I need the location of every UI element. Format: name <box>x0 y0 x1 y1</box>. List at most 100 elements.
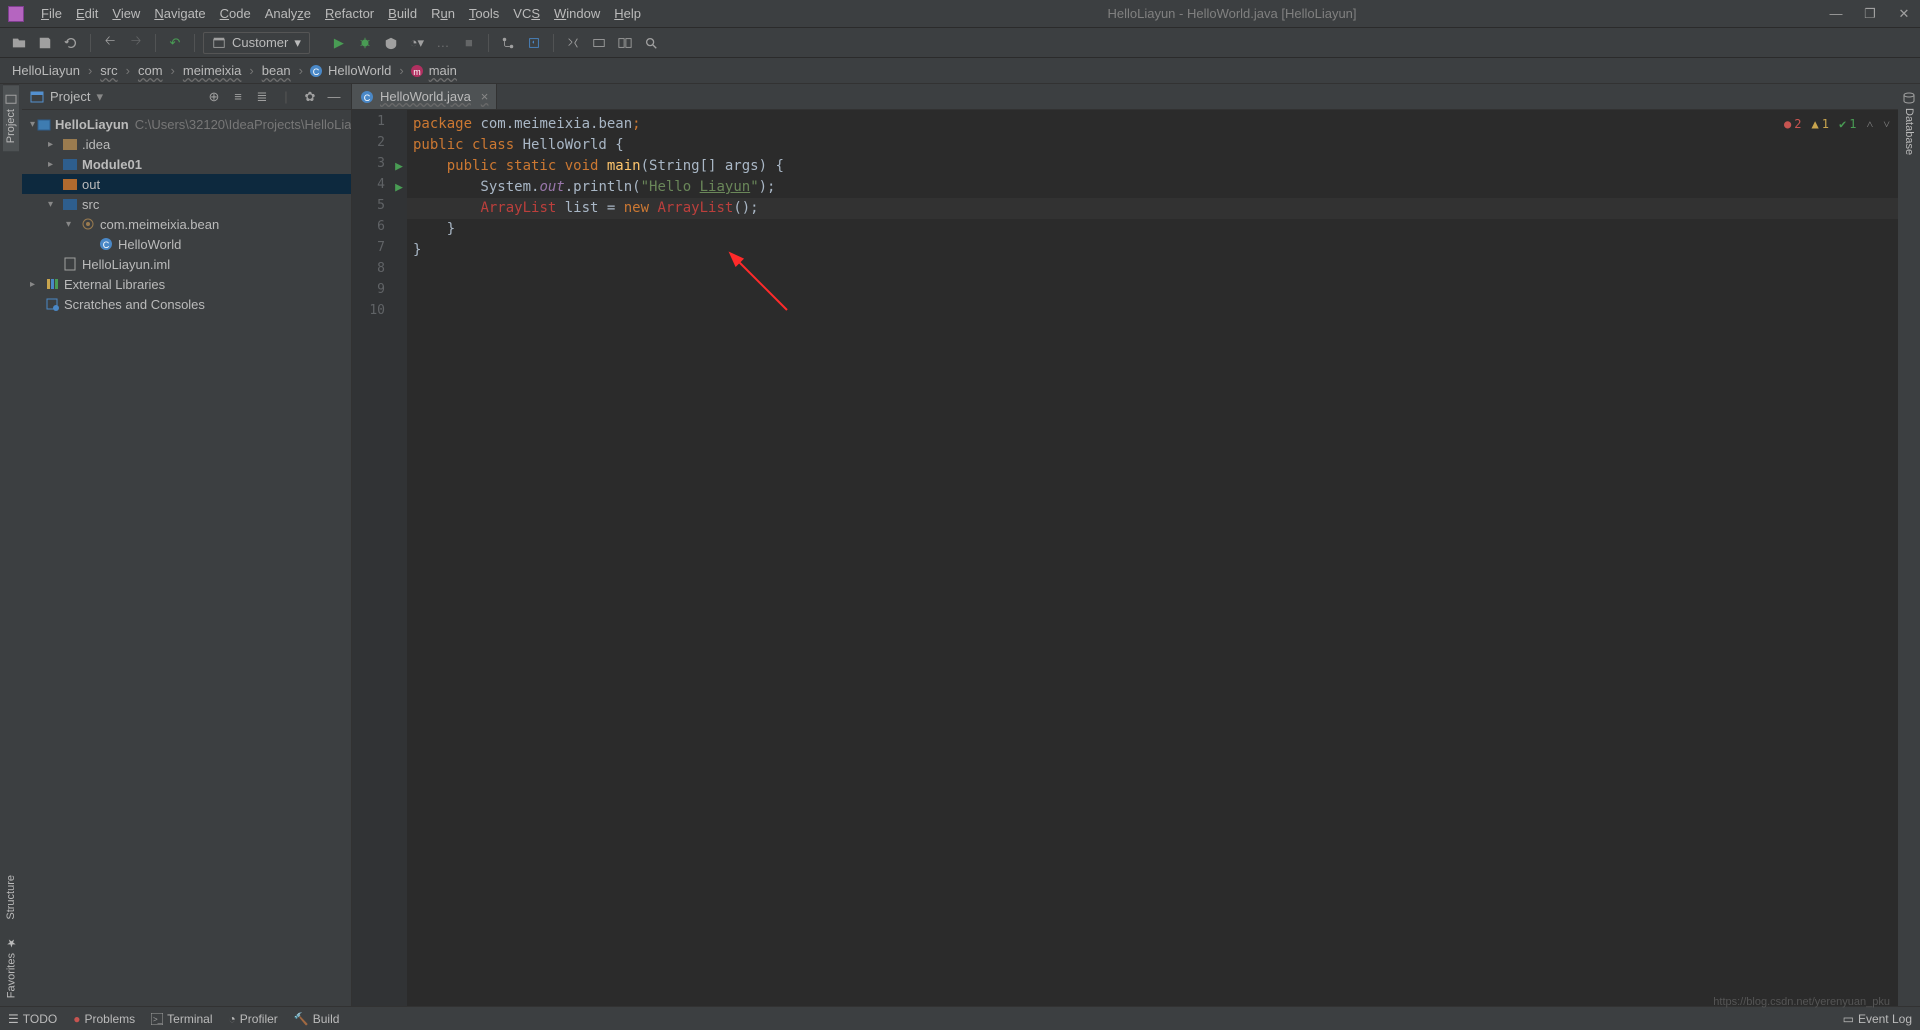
menu-code[interactable]: Code <box>213 6 258 21</box>
menu-edit[interactable]: Edit <box>69 6 105 21</box>
crumb-separator-icon: › <box>243 63 259 78</box>
crumb-separator-icon: › <box>165 63 181 78</box>
main-toolbar: 🡠 🡢 ↶ Customer ▾ ▶ ◔▾ … ■ <box>0 28 1920 58</box>
tree-item[interactable]: ▾HelloLiayunC:\Users\32120\IdeaProjects\… <box>22 114 351 134</box>
project-panel: Project ▾ ⊕ ≡ ≣ | ✿ — ▾HelloLiayunC:\Use… <box>22 84 352 1006</box>
status-build[interactable]: 🔨 Build <box>294 1012 340 1026</box>
tree-item[interactable]: CHelloWorld <box>22 234 351 254</box>
hide-icon[interactable]: — <box>325 89 343 104</box>
window-title: HelloLiayun - HelloWorld.java [HelloLiay… <box>1107 6 1356 21</box>
menu-file[interactable]: File <box>34 6 69 21</box>
crumb-5[interactable]: HelloWorld <box>326 63 393 78</box>
crumb-6[interactable]: main <box>427 63 459 78</box>
tree-item[interactable]: Scratches and Consoles <box>22 294 351 314</box>
tree-item[interactable]: ▾com.meimeixia.bean <box>22 214 351 234</box>
status-todo[interactable]: ☰ TODO <box>8 1012 57 1026</box>
svg-text:>_: >_ <box>153 1015 163 1024</box>
save-icon[interactable] <box>34 32 56 54</box>
inspection-down-icon[interactable]: ˅ <box>1883 114 1890 135</box>
crumb-separator-icon: › <box>393 63 409 78</box>
project-icon <box>30 90 44 104</box>
divider: | <box>277 89 295 104</box>
minimize-button[interactable]: — <box>1828 6 1844 22</box>
chevron-down-icon[interactable]: ▾ <box>96 89 103 105</box>
editor-gutter[interactable]: 123▶4▶5678910 <box>352 110 407 1006</box>
structure-icon[interactable] <box>562 32 584 54</box>
profile-icon[interactable]: ◔▾ <box>406 32 428 54</box>
side-tab-favorites[interactable]: Favorites ★ <box>3 928 20 1006</box>
class-icon: C <box>309 64 323 78</box>
hint-indicator[interactable]: ✔ 1 <box>1839 114 1856 135</box>
expand-icon[interactable]: ≡ <box>229 89 247 104</box>
forward-icon[interactable]: 🡢 <box>125 32 147 54</box>
vcs-icon[interactable] <box>497 32 519 54</box>
back-icon[interactable]: 🡠 <box>99 32 121 54</box>
tree-item[interactable]: ▾src <box>22 194 351 214</box>
tree-item[interactable]: out <box>22 174 351 194</box>
status-problems[interactable]: ● Problems <box>73 1012 135 1026</box>
menu-help[interactable]: Help <box>607 6 648 21</box>
menu-analyze[interactable]: Analyze <box>258 6 318 21</box>
crumb-2[interactable]: com <box>136 63 165 78</box>
editor-tabs: C HelloWorld.java × <box>352 84 1898 110</box>
crumb-separator-icon: › <box>82 63 98 78</box>
close-button[interactable]: ✕ <box>1896 6 1912 22</box>
menu-vcs[interactable]: VCS <box>506 6 547 21</box>
status-profiler[interactable]: ◔ Profiler <box>229 1012 278 1026</box>
side-tab-structure[interactable]: Structure <box>3 867 19 928</box>
tree-item[interactable]: ▸External Libraries <box>22 274 351 294</box>
project-tree[interactable]: ▾HelloLiayunC:\Users\32120\IdeaProjects\… <box>22 110 351 1006</box>
run-config-dropdown[interactable]: Customer ▾ <box>203 32 310 54</box>
maximize-button[interactable]: ❐ <box>1862 6 1878 22</box>
run-config-label: Customer <box>232 35 288 50</box>
chevron-down-icon: ▾ <box>294 35 301 51</box>
menu-tools[interactable]: Tools <box>462 6 506 21</box>
svg-text:m: m <box>413 67 421 77</box>
error-indicator[interactable]: ● 2 <box>1784 114 1801 135</box>
tree-item[interactable]: ▸.idea <box>22 134 351 154</box>
run-icon[interactable]: ▶ <box>328 32 350 54</box>
tree-item[interactable]: HelloLiayun.iml <box>22 254 351 274</box>
crumb-4[interactable]: bean <box>260 63 293 78</box>
menu-window[interactable]: Window <box>547 6 607 21</box>
close-icon[interactable]: × <box>481 89 489 104</box>
coverage-icon[interactable] <box>380 32 402 54</box>
status-terminal[interactable]: >_ Terminal <box>151 1012 212 1026</box>
inspection-summary[interactable]: ● 2 ▲ 1 ✔ 1 ˄ ˅ <box>1784 114 1890 135</box>
crumb-0[interactable]: HelloLiayun <box>10 63 82 78</box>
warning-indicator[interactable]: ▲ 1 <box>1812 114 1829 135</box>
stop-icon[interactable]: ■ <box>458 32 480 54</box>
menu-navigate[interactable]: Navigate <box>147 6 212 21</box>
svg-text:C: C <box>103 240 110 250</box>
gear-icon[interactable]: ✿ <box>301 89 319 105</box>
annotation-arrow-icon <box>727 250 807 330</box>
side-tab-database[interactable]: Database <box>1898 84 1920 163</box>
attach-icon[interactable]: … <box>432 32 454 54</box>
search-icon[interactable] <box>640 32 662 54</box>
menu-build[interactable]: Build <box>381 6 424 21</box>
side-tab-project[interactable]: Project <box>3 84 19 151</box>
open-icon[interactable] <box>8 32 30 54</box>
tab-helloworld[interactable]: C HelloWorld.java × <box>352 84 497 109</box>
refresh-icon[interactable] <box>60 32 82 54</box>
undo-icon[interactable]: ↶ <box>164 32 186 54</box>
update-icon[interactable] <box>523 32 545 54</box>
locate-icon[interactable]: ⊕ <box>205 89 223 105</box>
crumb-3[interactable]: meimeixia <box>181 63 244 78</box>
inspection-up-icon[interactable]: ˄ <box>1866 114 1873 135</box>
menu-view[interactable]: View <box>105 6 147 21</box>
title-bar: File Edit View Navigate Code Analyze Ref… <box>0 0 1920 28</box>
settings-icon[interactable] <box>588 32 610 54</box>
left-tool-strip: Project Structure Favorites ★ <box>0 84 22 1006</box>
status-eventlog[interactable]: ▭ Event Log <box>1843 1012 1912 1026</box>
split-icon[interactable] <box>614 32 636 54</box>
project-panel-header: Project ▾ ⊕ ≡ ≣ | ✿ — <box>22 84 351 110</box>
editor-body[interactable]: 123▶4▶5678910 ● 2 ▲ 1 ✔ 1 ˄ ˅ package co… <box>352 110 1898 1006</box>
debug-icon[interactable] <box>354 32 376 54</box>
crumb-1[interactable]: src <box>98 63 119 78</box>
editor-code[interactable]: ● 2 ▲ 1 ✔ 1 ˄ ˅ package com.meimeixia.be… <box>407 110 1898 1006</box>
collapse-icon[interactable]: ≣ <box>253 89 271 105</box>
menu-run[interactable]: Run <box>424 6 462 21</box>
tree-item[interactable]: ▸Module01 <box>22 154 351 174</box>
menu-refactor[interactable]: Refactor <box>318 6 381 21</box>
